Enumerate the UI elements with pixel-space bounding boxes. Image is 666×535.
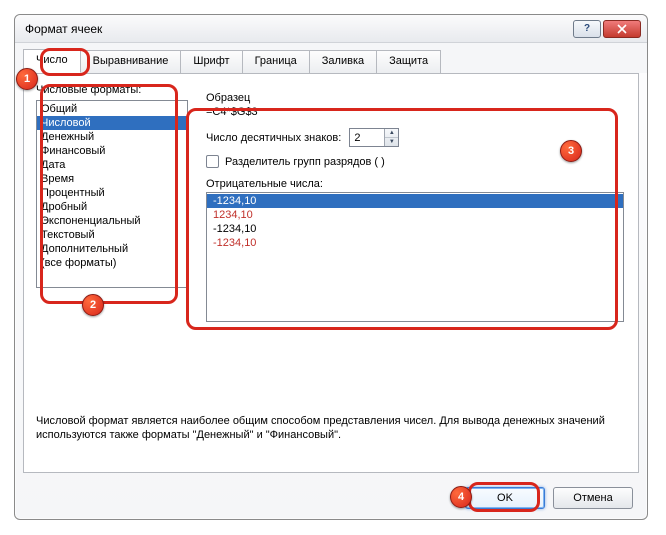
thousands-separator-checkbox[interactable]	[206, 155, 219, 168]
category-item[interactable]: Денежный	[37, 130, 187, 144]
negative-option[interactable]: -1234,10	[207, 236, 623, 250]
format-options-area: Образец =C4*$G$3 Число десятичных знаков…	[206, 92, 624, 322]
sample-label: Образец	[206, 92, 624, 104]
annotation-badge-4: 4	[450, 486, 472, 508]
dialog-footer: OK Отмена	[465, 487, 633, 509]
decimal-places-label: Число десятичных знаков:	[206, 132, 341, 144]
tab-panel-number: Числовые форматы: Общий Числовой Денежны…	[23, 73, 639, 473]
titlebar: Формат ячеек	[15, 15, 647, 43]
close-button[interactable]	[603, 20, 641, 38]
category-item[interactable]: Экспоненциальный	[37, 214, 187, 228]
category-item[interactable]: Общий	[37, 102, 187, 116]
tab-fill[interactable]: Заливка	[309, 50, 377, 74]
thousands-separator-label: Разделитель групп разрядов ( )	[225, 156, 385, 168]
help-button[interactable]	[573, 20, 601, 38]
annotation-badge-1: 1	[16, 68, 38, 90]
category-item[interactable]: Время	[37, 172, 187, 186]
annotation-badge-3: 3	[560, 140, 582, 162]
negative-numbers-listbox[interactable]: -1234,10 1234,10 -1234,10 -1234,10	[206, 192, 624, 322]
tab-font[interactable]: Шрифт	[180, 50, 242, 74]
category-item[interactable]: Дополнительный	[37, 242, 187, 256]
cancel-button[interactable]: Отмена	[553, 487, 633, 509]
decimal-places-input[interactable]	[350, 129, 384, 146]
tab-strip: Число Выравнивание Шрифт Граница Заливка…	[15, 43, 647, 73]
category-item[interactable]: Дата	[37, 158, 187, 172]
window-title: Формат ячеек	[25, 22, 571, 36]
dialog-window: Формат ячеек Число Выравнивание Шрифт Гр…	[14, 14, 648, 520]
category-item[interactable]: Финансовый	[37, 144, 187, 158]
category-item[interactable]: Дробный	[37, 200, 187, 214]
negative-numbers-label: Отрицательные числа:	[206, 178, 624, 190]
sample-value: =C4*$G$3	[206, 106, 624, 118]
negative-option[interactable]: -1234,10	[207, 222, 623, 236]
spinner-down-icon[interactable]: ▼	[385, 138, 398, 146]
tab-alignment[interactable]: Выравнивание	[80, 50, 182, 74]
ok-button[interactable]: OK	[465, 487, 545, 509]
category-listbox[interactable]: Общий Числовой Денежный Финансовый Дата …	[36, 100, 188, 288]
category-item[interactable]: Процентный	[37, 186, 187, 200]
negative-option[interactable]: -1234,10	[207, 194, 623, 208]
spinner-up-icon[interactable]: ▲	[385, 129, 398, 138]
tab-protection[interactable]: Защита	[376, 50, 441, 74]
tab-border[interactable]: Граница	[242, 50, 310, 74]
category-item[interactable]: (все форматы)	[37, 256, 187, 270]
annotation-badge-2: 2	[82, 294, 104, 316]
negative-option[interactable]: 1234,10	[207, 208, 623, 222]
category-item[interactable]: Текстовый	[37, 228, 187, 242]
close-icon	[617, 24, 627, 34]
format-description: Числовой формат является наиболее общим …	[36, 414, 626, 442]
category-item[interactable]: Числовой	[37, 116, 187, 130]
decimal-places-spinner[interactable]: ▲ ▼	[349, 128, 399, 147]
